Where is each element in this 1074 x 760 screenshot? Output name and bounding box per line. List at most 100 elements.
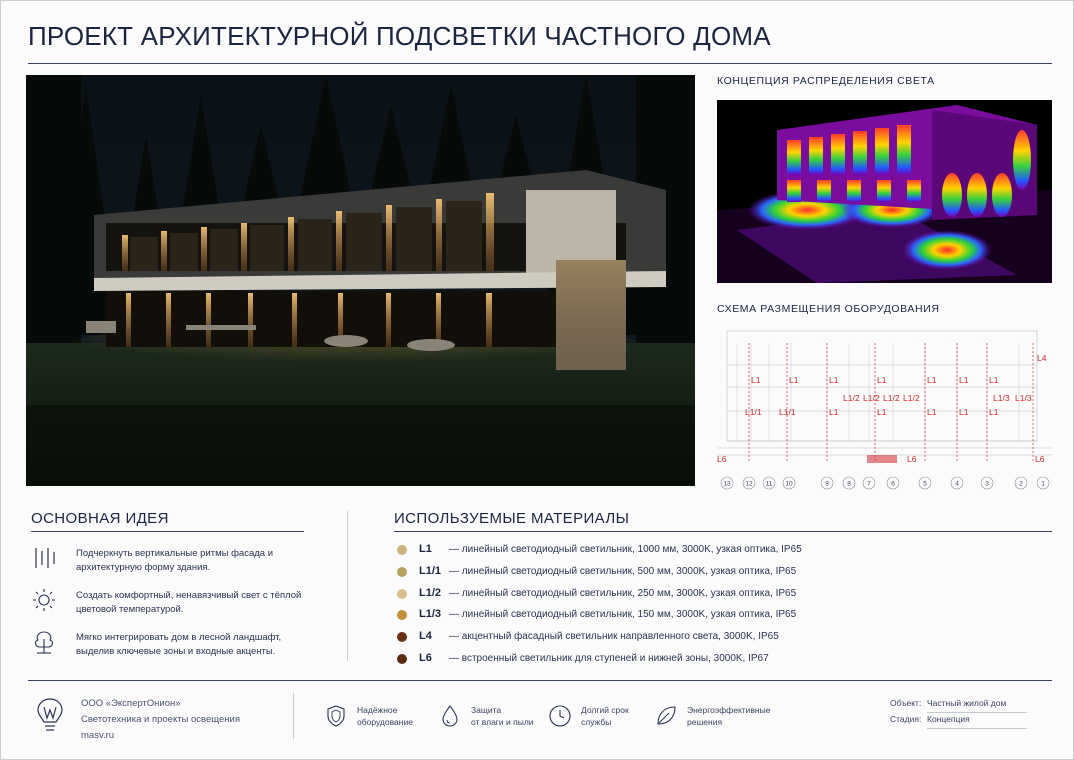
scheme-label: L1 [989,407,999,417]
scheme-label: L1/1 [745,407,762,417]
idea-item: Подчеркнуть вертикальные ритмы фасада и … [31,543,331,583]
scheme-label: L1 [829,375,839,385]
feature-line: службы [581,717,612,727]
idea-item: Создать комфортный, ненавязчивый свет с … [31,585,331,625]
material-code: L1 [419,543,432,555]
clock-icon [549,705,571,727]
scheme-heading: СХЕМА РАЗМЕЩЕНИЯ ОБОРУДОВАНИЯ [717,303,940,315]
scheme-label: L1 [927,407,937,417]
stage-label: Стадия: [890,714,922,724]
color-dot [397,545,407,555]
axis-label: 12 [745,481,753,488]
object-underline [927,712,1027,713]
idea-heading: ОСНОВНАЯ ИДЕЯ [31,510,169,527]
color-dot [397,610,407,620]
scheme-label: L1 [789,375,799,385]
material-code: L1/1 [419,565,442,577]
scheme-label: L1/3 [1015,393,1032,403]
material-row: L1/3 — линейный светодиодный светильник,… [397,607,1057,625]
scheme-label-l6: L6 [1035,454,1045,464]
footer-separator [293,693,294,739]
material-desc: — линейный светодиодный светильник, 250 … [449,588,797,599]
material-code: L6 [419,652,432,664]
material-code: L4 [419,630,432,642]
scheme-label: L1/2 [883,393,900,403]
company-site[interactable]: masv.ru [81,730,114,741]
scheme-label: L1 [877,407,887,417]
scheme-label: L1 [959,407,969,417]
scheme-label: L1 [829,407,839,417]
scheme-label: L1/2 [863,393,880,403]
shield-icon [327,705,345,727]
scheme-label: L1 [751,375,761,385]
scheme-label: L1/3 [993,393,1010,403]
section-divider [347,511,348,661]
axis-label: 11 [766,481,773,488]
drop-icon [442,705,458,727]
axis-label: 7 [867,481,871,488]
idea-text: Создать комфортный, ненавязчивый свет с … [76,590,302,615]
leaf-icon [657,706,676,725]
scheme-label: L1/2 [843,393,860,403]
material-row: L1/1 — линейный светодиодный светильник,… [397,564,1057,582]
company-tagline: Светотехника и проекты освещения [81,714,240,725]
company-name: ООО «ЭкспертОнион» [81,698,181,709]
idea-item: Мягко интегрировать дом в лесной ландшаф… [31,627,331,667]
page-title: ПРОЕКТ АРХИТЕКТУРНОЙ ПОДСВЕТКИ ЧАСТНОГО … [28,21,771,51]
object-value: Частный жилой дом [927,698,1007,708]
scheme-label: L1 [989,375,999,385]
axis-label: 3 [985,481,989,488]
axis-label: 13 [723,481,731,488]
scheme-label: L1 [927,375,937,385]
color-dot [397,567,407,577]
light-distribution-render [717,100,1052,283]
material-desc: — встроенный светильник для ступеней и н… [449,653,769,664]
material-row: L1 — линейный светодиодный светильник, 1… [397,542,1057,560]
scheme-label-l4: L4 [1037,353,1047,363]
material-desc: — линейный светодиодный светильник, 500 … [449,566,797,577]
stage-underline [927,728,1027,729]
stage-value: Концепция [927,714,970,724]
axis-label: 5 [923,481,927,488]
color-dot [397,589,407,599]
equipment-layout-scheme: L1 L1 L1 L1 L1 L1 L1 L1/2 L1/2 L1/2 L1/2… [717,323,1052,491]
material-row: L6 — встроенный светильник для ступеней … [397,651,1057,669]
feature-line: Долгий срок [581,705,629,715]
concept-heading: КОНЦЕПЦИЯ РАСПРЕДЕЛЕНИЯ СВЕТА [717,75,935,87]
axis-label: 2 [1019,481,1023,488]
vertical-lines-icon [35,548,55,568]
house-night-render [26,75,695,486]
axis-label: 1 [1041,481,1045,488]
color-dot [397,632,407,642]
bulb-logo-icon [37,698,63,731]
tree-icon [35,631,53,654]
axis-label: 4 [955,481,959,488]
object-label: Объект: [890,698,922,708]
scheme-label-l6: L6 [907,454,917,464]
sun-icon [33,589,55,611]
axis-label: 6 [891,481,895,488]
materials-heading: ИСПОЛЬЗУЕМЫЕ МАТЕРИАЛЫ [394,510,630,527]
material-desc: — линейный светодиодный светильник, 1000… [449,544,802,555]
title-divider [28,63,1052,64]
feature-line: Энергоэффективные [687,705,771,715]
material-row: L1/2 — линейный светодиодный светильник,… [397,586,1057,604]
idea-text: Подчеркнуть вертикальные ритмы фасада и … [76,548,273,573]
scheme-label: L1 [959,375,969,385]
feature-line: решения [687,717,723,727]
materials-divider [394,531,1052,532]
idea-divider [31,531,304,532]
footer-divider [28,680,1052,681]
material-code: L1/2 [419,587,442,599]
feature-line: от влаги и пыли [471,717,534,727]
sheet: ПРОЕКТ АРХИТЕКТУРНОЙ ПОДСВЕТКИ ЧАСТНОГО … [0,0,1074,760]
feature-line: оборудование [357,717,413,727]
scheme-label: L1 [877,375,887,385]
scheme-label: L1/1 [779,407,796,417]
material-desc: — линейный светодиодный светильник, 150 … [449,609,797,620]
material-row: L4 — акцентный фасадный светильник напра… [397,629,1057,647]
axis-label: 8 [847,481,851,488]
scheme-label: L1/2 [903,393,920,403]
feature-line: Защита [471,705,502,715]
idea-text: Мягко интегрировать дом в лесной ландшаф… [76,632,282,657]
